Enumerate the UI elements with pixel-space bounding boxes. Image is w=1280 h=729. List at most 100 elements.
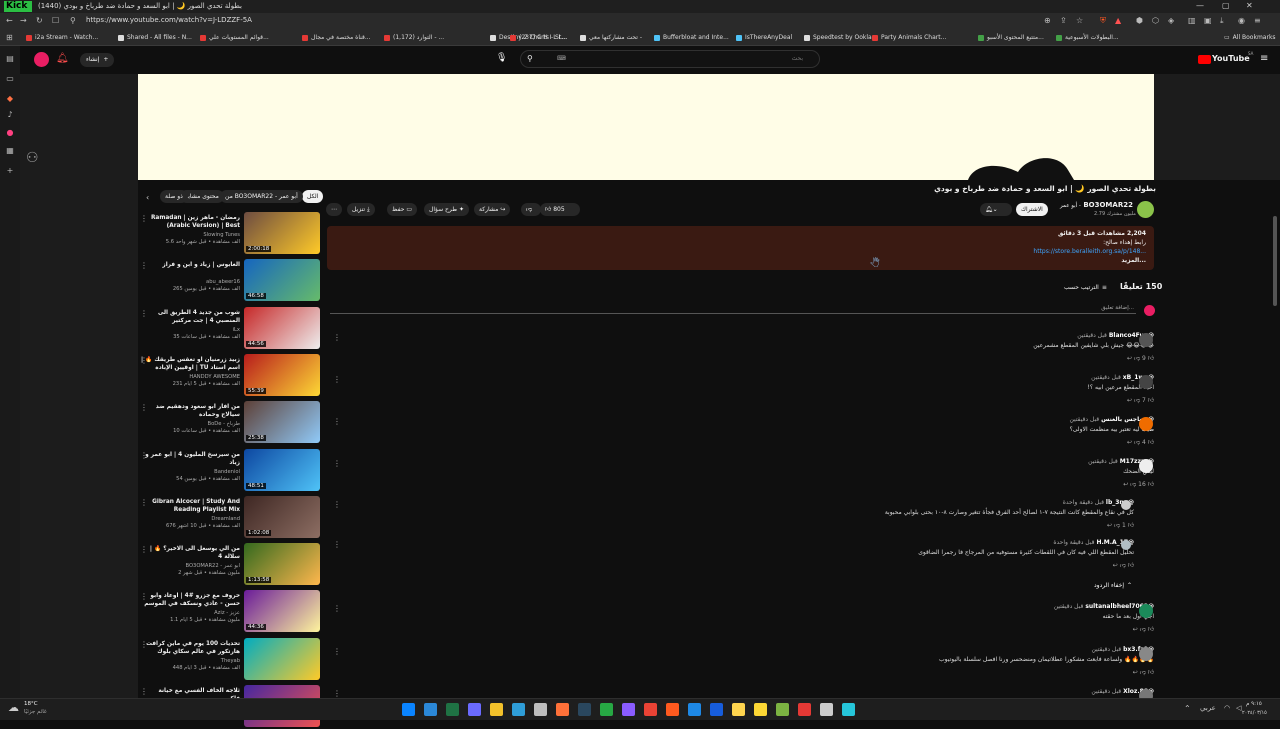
comment-menu-icon[interactable]: ⋮: [333, 375, 341, 384]
recommendation-channel[interactable]: Theyab: [140, 658, 240, 664]
voice-search-icon[interactable]: 🎙︎: [496, 53, 507, 63]
bookmark-item[interactable]: تحت مشاركتها معي -: [580, 34, 642, 41]
comment-dislike-icon[interactable]: 👎︎: [1138, 669, 1146, 676]
comment-time[interactable]: قبل دقيقة واحدة: [1063, 499, 1104, 506]
recommendation-title[interactable]: الغابوس | زياد و ابن و فراز: [140, 261, 240, 277]
wallet-icon[interactable]: ▣: [1204, 16, 1212, 25]
steam-icon[interactable]: [578, 703, 591, 716]
app-icon-1[interactable]: [754, 703, 767, 716]
bookmark-item[interactable]: (237) C H I L L...: [510, 34, 568, 41]
recommendation-item[interactable]: 1:02:08 Gibran Alcocer | Study And Readin…: [140, 495, 322, 540]
clock-date[interactable]: ٢٠٢٤/٠٣/١٥: [1242, 710, 1267, 716]
recommendation-title[interactable]: شوب من جديد 4 الطريق الى المنصبي 4 | جت …: [140, 309, 240, 325]
commenter-avatar[interactable]: [1121, 540, 1131, 550]
app-icon-2[interactable]: [776, 703, 789, 716]
create-button[interactable]: إنشاء +: [80, 53, 115, 67]
recommendation-item[interactable]: 1:13:58 من الي يوسعل الى الاخير؟ 🔥 | سلال…: [140, 543, 322, 587]
commenter-avatar[interactable]: [1139, 459, 1153, 473]
browser-menu-icon[interactable]: ≡: [1254, 16, 1261, 25]
comment-dislike-icon[interactable]: 👎︎: [1128, 481, 1138, 488]
recommendation-menu-icon[interactable]: ⋮: [140, 640, 148, 649]
comment-menu-icon[interactable]: ⋮: [333, 689, 341, 698]
recommendation-channel[interactable]: Dreamland: [140, 516, 240, 522]
comment-menu-icon[interactable]: ⋮: [333, 459, 341, 468]
bookmark-item[interactable]: Shared - All files - N...: [118, 34, 192, 41]
youtube-logo-icon[interactable]: [1198, 55, 1211, 64]
star-icon[interactable]: ☆: [1076, 16, 1083, 25]
comment-like-icon[interactable]: 👍︎: [1146, 397, 1154, 404]
comment-like-icon[interactable]: 👍︎: [1146, 481, 1154, 488]
commenter-avatar[interactable]: [1139, 333, 1153, 347]
commenter-avatar[interactable]: [1139, 375, 1153, 389]
sidebar-tiktok-icon[interactable]: ♪: [5, 110, 15, 120]
recommendation-title[interactable]: زبيد زرمنيان او تعقس طريقك 🔥 | اسم استاد…: [140, 356, 240, 372]
dislike-button[interactable]: 👎︎: [521, 203, 541, 216]
recommendation-menu-icon[interactable]: ⋮: [140, 309, 148, 318]
weather-icon[interactable]: ☁: [8, 701, 19, 714]
comment-dislike-icon[interactable]: 👎︎: [1132, 355, 1142, 362]
recommendation-title[interactable]: من افار ابو سعود ودهقيم ضد سيالاج وحمادة: [140, 403, 240, 419]
comment-menu-icon[interactable]: ⋮: [333, 500, 341, 509]
vscode-icon[interactable]: [688, 703, 701, 716]
recommendation-item[interactable]: 44:36 حروف مع جزرو #4 | اوعاد وابو حسن - …: [140, 590, 322, 634]
commenter-avatar[interactable]: [1139, 417, 1153, 431]
maximize-button[interactable]: ▢: [1222, 1, 1230, 10]
comment-time[interactable]: قبل دقيقتين: [1091, 646, 1121, 653]
minimize-button[interactable]: —: [1196, 1, 1204, 10]
notification-bell-button[interactable]: 🔔︎⌄: [980, 203, 1012, 216]
copilot-icon[interactable]: [468, 703, 481, 716]
sidebar-music-icon[interactable]: ●: [5, 128, 15, 138]
comment-time[interactable]: قبل دقيقتين: [1077, 332, 1107, 339]
page-scrollbar[interactable]: [1273, 216, 1277, 306]
extension-icon-1[interactable]: ⬢: [1136, 16, 1143, 25]
recommendation-menu-icon[interactable]: ⋮: [140, 451, 148, 460]
url-field[interactable]: https://www.youtube.com/watch?v=J-LDZZF-…: [86, 16, 252, 24]
extension-icon-2[interactable]: ⬡: [1152, 16, 1159, 25]
bookmark-item[interactable]: (1,172) التوارد - ...: [384, 34, 444, 41]
recommendation-title[interactable]: تحديات 100 يوم في ماين كرافت هارتكور في …: [140, 640, 240, 656]
comment-dislike-icon[interactable]: 👎︎: [1138, 626, 1146, 633]
file-explorer-icon[interactable]: [490, 703, 503, 716]
commenter-avatar[interactable]: [1139, 647, 1153, 661]
miniplayer-avatar-icon[interactable]: ⚇: [26, 150, 39, 166]
description-link[interactable]: https://store.beralleith.org.sa/p/148...: [1033, 248, 1146, 255]
start-menu-icon[interactable]: [402, 703, 415, 716]
tray-overflow-icon[interactable]: ⌃: [1184, 704, 1191, 713]
sort-comments-button[interactable]: الترتيب حسب ≡: [1064, 284, 1107, 291]
volume-icon[interactable]: ◁: [1236, 704, 1241, 712]
recommendation-item[interactable]: 46:58 الغابوس | زياد و ابن و فراز abu_abee…: [140, 259, 322, 303]
add-comment-input[interactable]: إضافة تعليق...: [330, 304, 1136, 314]
recommendation-menu-icon[interactable]: ⋮: [140, 356, 148, 365]
bookmark-page-icon[interactable]: ☐: [52, 16, 59, 25]
bookmark-item[interactable]: Party Animals Chart...: [872, 34, 946, 41]
settings-icon[interactable]: [820, 703, 833, 716]
hide-replies-button[interactable]: إخفاء الردود ⌃: [1094, 582, 1132, 589]
comment-menu-icon[interactable]: ⋮: [333, 604, 341, 613]
search-icon[interactable]: ⚲: [527, 54, 533, 63]
bitwarden-icon[interactable]: [710, 703, 723, 716]
sidebar-reading-icon[interactable]: ▤: [5, 54, 15, 64]
chrome-icon[interactable]: [644, 703, 657, 716]
recommendation-menu-icon[interactable]: ⋮: [140, 687, 148, 696]
wifi-icon[interactable]: ◠: [1224, 704, 1230, 712]
video-description[interactable]: 2,204 مشاهدات قبل 3 دقائق رابط إهداء صال…: [327, 226, 1154, 270]
comment-time[interactable]: قبل دقيقتين: [1088, 458, 1118, 465]
clock-time[interactable]: ٩:١٥ م: [1246, 701, 1262, 707]
task-view-icon[interactable]: [424, 703, 437, 716]
apps-grid-icon[interactable]: ⊞: [6, 33, 13, 42]
recommendation-title[interactable]: Gibran Alcocer | Study And Reading Playl…: [140, 498, 240, 514]
recommendation-item[interactable]: 2:00:18 رمضان - ماهر زين | Ramadan (Arabi…: [140, 212, 322, 256]
back-icon[interactable]: ←: [6, 16, 13, 25]
bookmark-item[interactable]: قوائم المستويات علي...: [200, 34, 269, 41]
comment-time[interactable]: قبل دقيقة واحدة: [1053, 539, 1094, 546]
save-button[interactable]: حفظ ▭: [387, 203, 418, 216]
site-info-icon[interactable]: ⚲: [70, 16, 76, 25]
share-button[interactable]: مشاركة ↪: [474, 203, 511, 216]
reload-icon[interactable]: ↻: [36, 16, 43, 25]
profile-icon[interactable]: ◉: [1238, 16, 1245, 25]
account-avatar[interactable]: [34, 52, 49, 67]
excel-icon[interactable]: [446, 703, 459, 716]
channel-name[interactable]: أبو عمر - BO3OMAR22: [1060, 201, 1133, 209]
like-button[interactable]: 👍︎ 805: [540, 203, 580, 216]
sidebar-bookmark-icon[interactable]: ▭: [5, 74, 15, 84]
